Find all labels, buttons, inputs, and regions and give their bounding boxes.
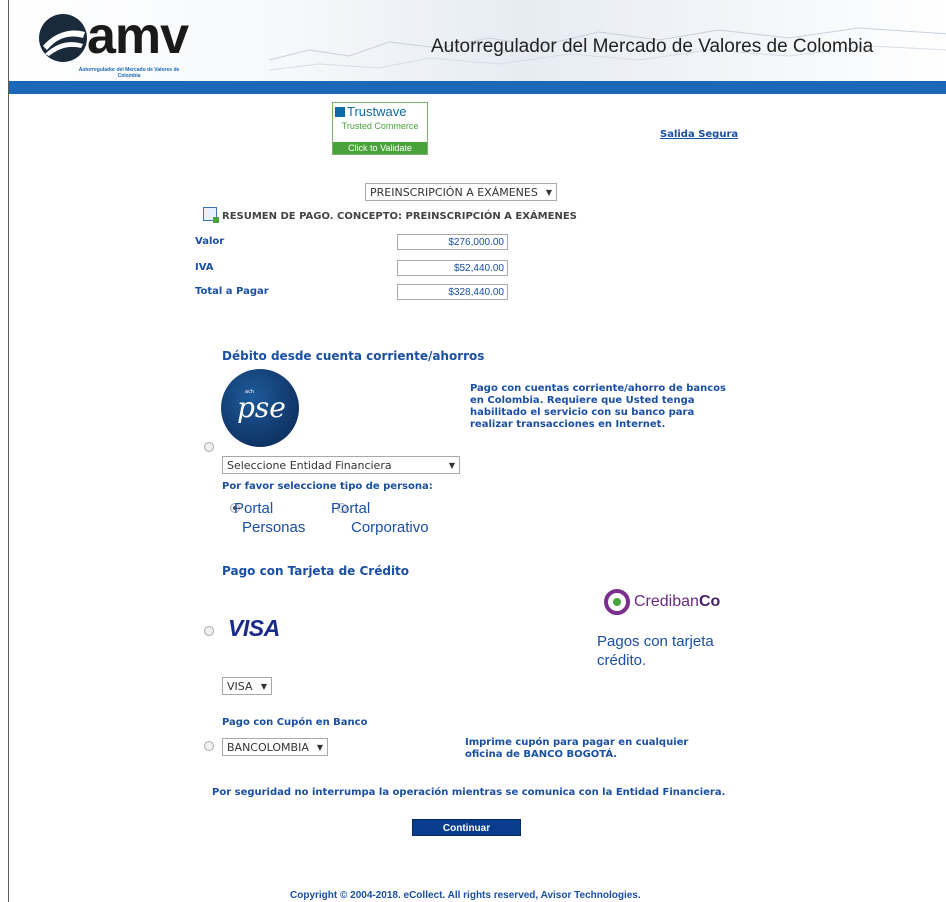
visa-logo: VISA [228,615,280,641]
logo-wordmark: amv [87,7,189,65]
continue-button[interactable]: Continuar [412,819,521,836]
coupon-description: Imprime cupón para pagar en cualquier of… [465,737,689,760]
header-title: Autorregulador del Mercado de Valores de… [431,36,874,57]
iva-label: IVA [195,262,214,273]
credit-provider-text: Pagos con tarjeta crédito. [597,633,714,669]
trustwave-brand: Trustwave [335,105,425,119]
coupon-section-title: Pago con Cupón en Banco [222,717,368,728]
person-type-prompt: Por favor seleccione tipo de persona: [222,481,433,492]
credit-radio[interactable] [204,626,214,636]
chevron-down-icon: ▼ [545,188,552,197]
chevron-down-icon: ▼ [448,461,455,470]
pse-logo: ach pse [221,369,299,447]
concept-select[interactable]: PREINSCRIPCIÓN A EXÁMENES ▼ [365,183,557,201]
chevron-down-icon: ▼ [316,743,323,752]
security-note: Por seguridad no interrumpa la operación… [212,787,726,798]
bank-entity-select[interactable]: Seleccione Entidad Financiera ▼ [222,456,460,474]
header-blue-bar [9,81,946,94]
valor-field[interactable]: $276,000.00 [397,234,508,250]
coupon-radio[interactable] [204,741,214,751]
page-left-border [8,0,9,902]
amv-logo-icon [39,14,87,62]
debit-section-title: Débito desde cuenta corriente/ahorros [222,349,485,363]
card-type-select-value: VISA [227,680,253,693]
bank-entity-select-value: Seleccione Entidad Financiera [227,459,392,472]
coupon-bank-select-value: BANCOLOMBIA [227,741,309,754]
debit-radio[interactable] [204,442,214,452]
trustwave-icon [335,107,345,117]
total-label: Total a Pagar [195,286,269,297]
pse-logo-text: pse [237,391,286,424]
iva-field[interactable]: $52,440.00 [397,260,508,276]
trustwave-line2: Trusted Commerce [341,121,419,131]
salida-segura-link[interactable]: Salida Segura [660,129,738,140]
logo-subtitle: Autorregulador del Mercado de Valores de… [78,67,180,79]
portal-personas-label[interactable]: Portal Personas [222,499,305,537]
credibanco-icon [604,589,630,615]
credit-section-title: Pago con Tarjeta de Crédito [222,564,410,578]
debit-description: Pago con cuentas corriente/ahorro de ban… [470,383,726,430]
card-type-select[interactable]: VISA ▼ [222,677,272,695]
credibanco-name: CredibanCo [634,593,721,610]
concept-select-value: PREINSCRIPCIÓN A EXÁMENES [370,186,538,199]
portal-corporativo-label[interactable]: Portal Corporativo [331,499,431,537]
valor-label: Valor [195,236,225,247]
site-header: amv Autorregulador del Mercado de Valore… [9,0,946,81]
trustwave-badge[interactable]: Trustwave Trusted Commerce Click to Vali… [332,102,428,155]
trustwave-validate[interactable]: Click to Validate [333,142,427,154]
chevron-down-icon: ▼ [260,682,267,691]
total-field[interactable]: $328,440.00 [397,284,508,300]
copyright: Copyright © 2004-2018. eCollect. All rig… [290,890,641,901]
summary-title: RESUMEN DE PAGO. CONCEPTO: PREINSCRIPCIÓ… [203,207,577,223]
coupon-bank-select[interactable]: BANCOLOMBIA ▼ [222,738,328,756]
document-add-icon [203,207,219,223]
